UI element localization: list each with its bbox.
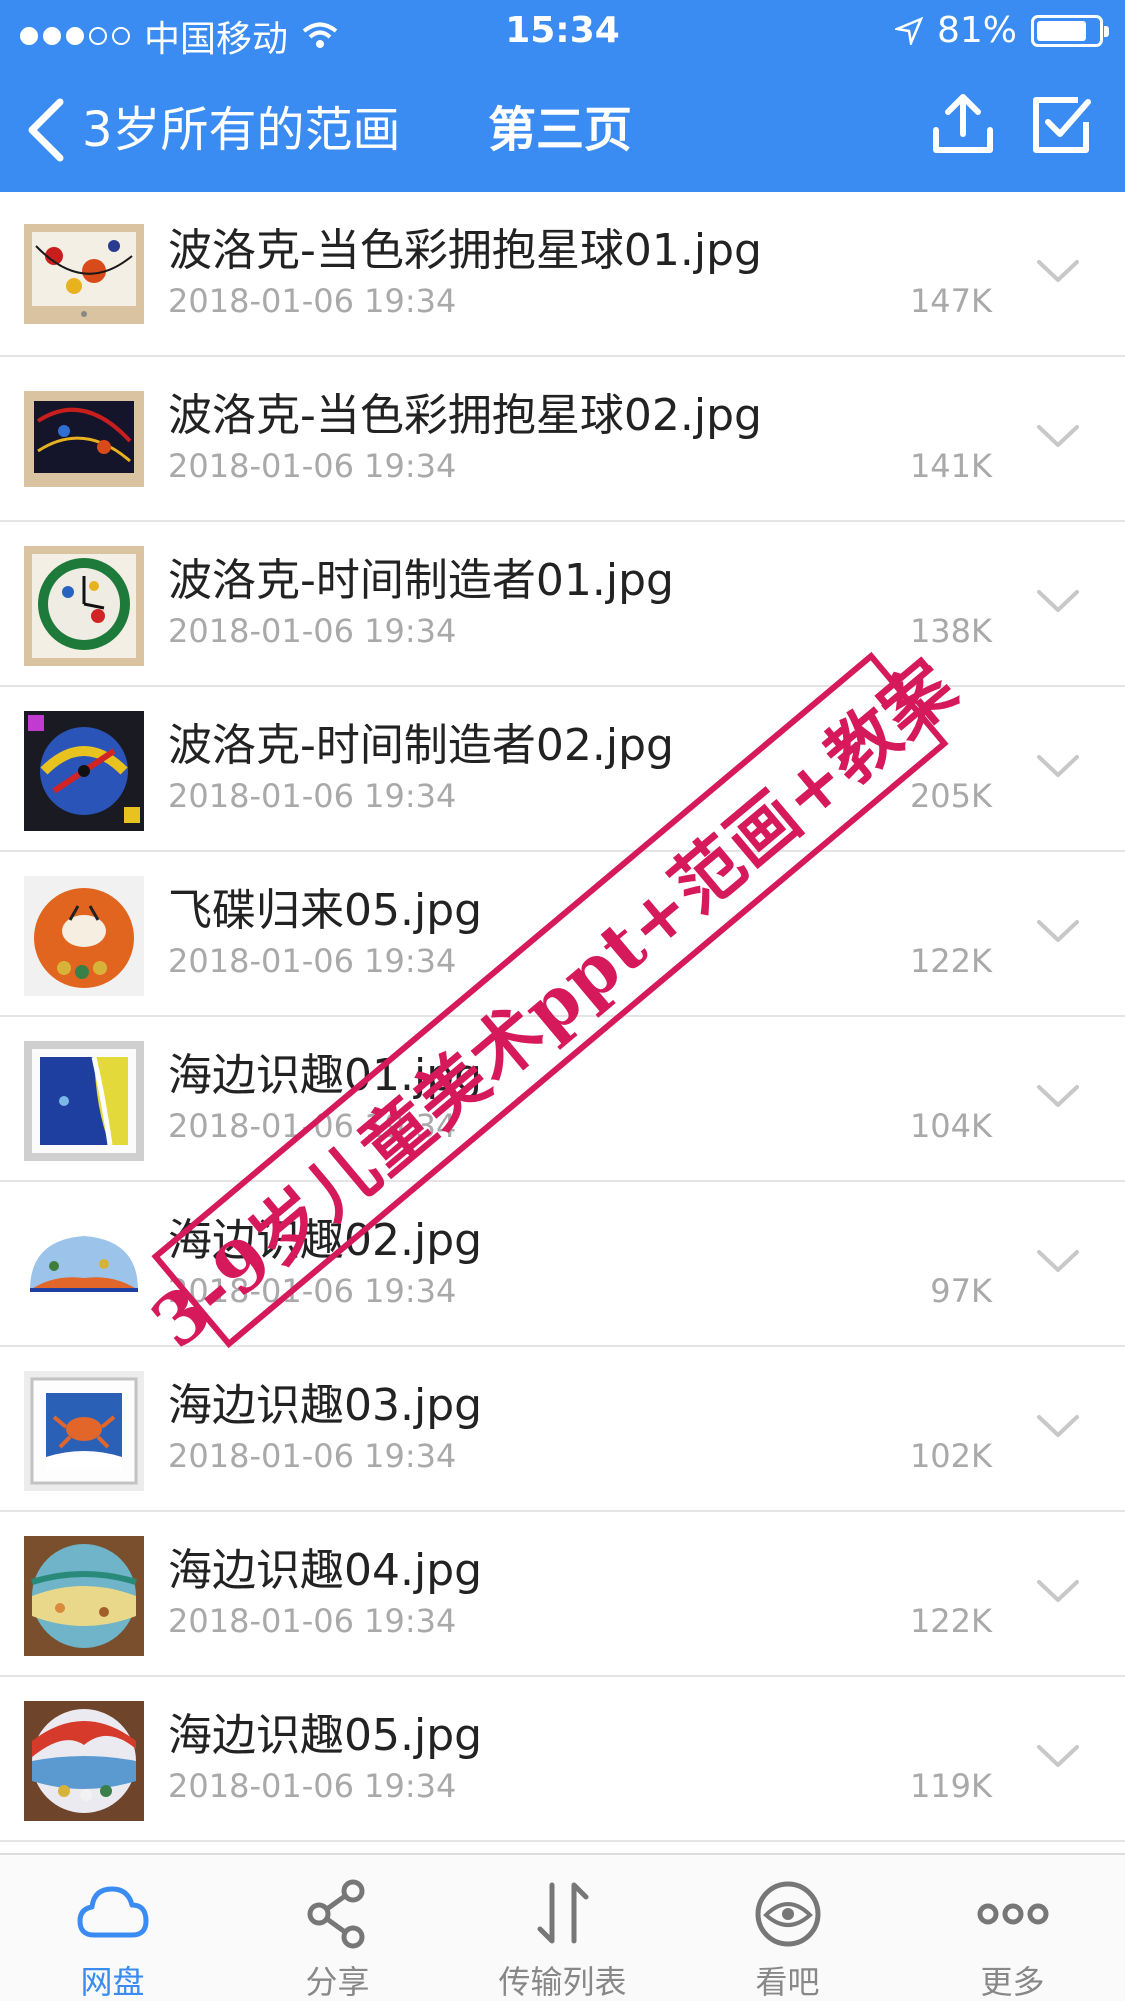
chevron-down-icon[interactable] [1035,421,1081,451]
folder-title: 3岁所有的范画 [82,102,401,158]
file-thumbnail [24,1536,144,1656]
tab-netdisk[interactable]: 网盘 [0,1855,225,2001]
file-name: 波洛克-当色彩拥抱星球01.jpg [168,225,762,276]
file-row[interactable]: 波洛克-时间制造者01.jpg 2018-01-06 19:34 138K [0,522,1125,687]
chevron-down-icon[interactable] [1035,256,1081,286]
file-thumbnail [24,1206,144,1326]
battery-icon [1031,14,1109,47]
file-name: 波洛克-当色彩拥抱星球02.jpg [168,390,762,441]
nav-bar: 3岁所有的范画 第三页 [0,62,1125,192]
tab-label: 网盘 [80,1963,145,2001]
chevron-down-icon[interactable] [1035,1246,1081,1276]
file-date: 2018-01-06 19:34 [168,1437,457,1475]
file-row[interactable]: 波洛克-当色彩拥抱星球02.jpg 2018-01-06 19:34 141K [0,357,1125,522]
file-thumbnail [24,216,144,336]
file-size: 97K [930,1272,992,1310]
battery-level [1037,20,1086,41]
tab-label: 分享 [305,1963,370,2001]
page-indicator: 第三页 [488,102,633,158]
tab-transfer-list[interactable]: 传输列表 [450,1855,675,2001]
tab-label: 看吧 [755,1963,820,2001]
file-date: 2018-01-06 19:34 [168,1767,457,1805]
tab-share[interactable]: 分享 [225,1855,450,2001]
file-thumbnail [24,1041,144,1161]
chevron-down-icon[interactable] [1035,586,1081,616]
tab-label: 更多 [980,1963,1045,2001]
battery-percent: 81% [936,10,1017,51]
status-right: 81% [894,10,1109,51]
tab-bar: 网盘 分享 传输列表 看吧 更多 [0,1853,1125,2001]
file-size: 119K [909,1767,992,1805]
more-icon [977,1903,1049,1925]
back-chevron-icon[interactable] [18,94,78,164]
file-thumbnail [24,876,144,996]
file-date: 2018-01-06 19:34 [168,942,457,980]
file-name: 波洛克-时间制造者01.jpg [168,555,674,606]
file-size: 205K [909,777,992,815]
tab-more[interactable]: 更多 [900,1855,1125,2001]
file-date: 2018-01-06 19:34 [168,777,457,815]
file-date: 2018-01-06 19:34 [168,612,457,650]
file-thumbnail [24,1371,144,1491]
chevron-down-icon[interactable] [1035,1411,1081,1441]
file-thumbnail [24,1701,144,1821]
file-thumbnail [24,546,144,666]
file-date: 2018-01-06 19:34 [168,282,457,320]
tab-watch[interactable]: 看吧 [675,1855,900,2001]
chevron-down-icon[interactable] [1035,751,1081,781]
file-size: 147K [909,282,992,320]
file-name: 波洛克-时间制造者02.jpg [168,720,674,771]
file-date: 2018-01-06 19:34 [168,1602,457,1640]
file-name: 海边识趣03.jpg [168,1380,483,1431]
file-name: 海边识趣05.jpg [168,1710,483,1761]
file-name: 飞碟归来05.jpg [168,885,483,936]
file-size: 122K [909,1602,992,1640]
file-size: 141K [909,447,992,485]
tab-label: 传输列表 [498,1963,627,2001]
file-size: 102K [909,1437,992,1475]
file-size: 138K [909,612,992,650]
share-icon [307,1879,365,1949]
eye-icon [755,1881,821,1947]
file-row[interactable]: 波洛克-当色彩拥抱星球01.jpg 2018-01-06 19:34 147K [0,192,1125,357]
header: 中国移动 15:34 81% 3岁所有的范画 第三页 [0,0,1125,192]
file-name: 海边识趣04.jpg [168,1545,483,1596]
upload-icon[interactable] [930,92,996,158]
status-bar: 中国移动 15:34 81% [0,0,1125,62]
file-size: 122K [909,942,992,980]
chevron-down-icon[interactable] [1035,1576,1081,1606]
file-row[interactable]: 海边识趣04.jpg 2018-01-06 19:34 122K [0,1512,1125,1677]
file-row[interactable]: 海边识趣05.jpg 2018-01-06 19:34 119K [0,1677,1125,1842]
select-checkbox-icon[interactable] [1028,92,1094,158]
chevron-down-icon[interactable] [1035,916,1081,946]
location-arrow-icon [894,16,923,45]
file-thumbnail [24,711,144,831]
cloud-icon [77,1886,149,1938]
file-row[interactable]: 海边识趣03.jpg 2018-01-06 19:34 102K [0,1347,1125,1512]
file-date: 2018-01-06 19:34 [168,447,457,485]
chevron-down-icon[interactable] [1035,1081,1081,1111]
chevron-down-icon[interactable] [1035,1741,1081,1771]
file-thumbnail [24,381,144,501]
file-size: 104K [909,1107,992,1145]
transfer-icon [537,1882,589,1944]
